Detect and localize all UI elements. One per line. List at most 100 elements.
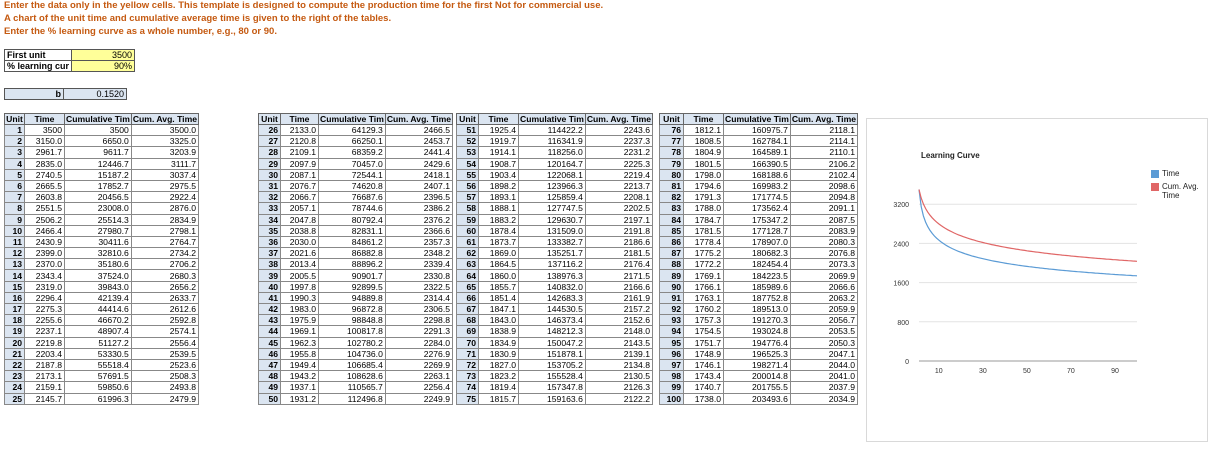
cell-cumulative-time[interactable]: 135251.7 bbox=[518, 247, 586, 260]
cell-cum-avg-time[interactable]: 2157.2 bbox=[584, 302, 654, 316]
cell-cum-avg-time[interactable]: 2876.0 bbox=[130, 202, 200, 215]
cell-time[interactable]: 1746.1 bbox=[683, 358, 724, 372]
cell-cumulative-time[interactable]: 88896.2 bbox=[318, 258, 386, 271]
cell-cumulative-time[interactable]: 110565.7 bbox=[318, 381, 386, 394]
cell-cumulative-time[interactable]: 84861.2 bbox=[318, 235, 386, 249]
cell-cumulative-time[interactable]: 116341.9 bbox=[518, 135, 586, 148]
cell-cum-avg-time[interactable]: 2161.9 bbox=[584, 291, 654, 305]
cell-unit[interactable]: 2 bbox=[4, 135, 25, 148]
cell-unit[interactable]: 34 bbox=[258, 213, 281, 226]
cell-cumulative-time[interactable]: 166390.5 bbox=[723, 157, 791, 170]
cell-unit[interactable]: 52 bbox=[456, 135, 479, 148]
cell-unit[interactable]: 69 bbox=[456, 325, 479, 338]
cell-time[interactable]: 1784.7 bbox=[683, 213, 724, 226]
cell-time[interactable]: 1823.2 bbox=[478, 370, 519, 383]
cell-unit[interactable]: 59 bbox=[456, 213, 479, 226]
cell-time[interactable]: 1847.1 bbox=[478, 302, 519, 316]
cell-time[interactable]: 1869.0 bbox=[478, 247, 519, 260]
cell-unit[interactable]: 71 bbox=[456, 347, 479, 360]
cell-time[interactable]: 2013.4 bbox=[280, 258, 319, 271]
cell-unit[interactable]: 81 bbox=[659, 179, 684, 193]
cell-cumulative-time[interactable]: 102780.2 bbox=[318, 336, 386, 349]
cell-cum-avg-time[interactable]: 2056.7 bbox=[789, 314, 859, 327]
cell-time[interactable]: 1860.0 bbox=[478, 269, 519, 282]
cell-cum-avg-time[interactable]: 2176.4 bbox=[584, 258, 654, 271]
cell-time[interactable]: 2319.0 bbox=[24, 280, 65, 293]
cell-cumulative-time[interactable]: 182454.4 bbox=[723, 258, 791, 271]
cell-cum-avg-time[interactable]: 2098.6 bbox=[789, 179, 859, 193]
cell-cum-avg-time[interactable]: 2053.5 bbox=[789, 325, 859, 338]
cell-cum-avg-time[interactable]: 2076.8 bbox=[789, 247, 859, 260]
cell-unit[interactable]: 7 bbox=[4, 191, 25, 204]
cell-time[interactable]: 1903.4 bbox=[478, 168, 519, 181]
cell-time[interactable]: 1925.4 bbox=[478, 123, 519, 137]
cell-time[interactable]: 1827.0 bbox=[478, 358, 519, 372]
cell-cumulative-time[interactable]: 180682.3 bbox=[723, 247, 791, 260]
cell-time[interactable]: 2087.1 bbox=[280, 168, 319, 181]
cell-cum-avg-time[interactable]: 2734.2 bbox=[130, 247, 200, 260]
cell-cum-avg-time[interactable]: 2047.1 bbox=[789, 347, 859, 360]
cell-cum-avg-time[interactable]: 2219.4 bbox=[584, 168, 654, 181]
cell-cumulative-time[interactable]: 127747.5 bbox=[518, 202, 586, 215]
cell-cumulative-time[interactable]: 3500 bbox=[64, 123, 132, 137]
cell-cumulative-time[interactable]: 57691.5 bbox=[64, 370, 132, 383]
cell-cumulative-time[interactable]: 46670.2 bbox=[64, 314, 132, 327]
cell-unit[interactable]: 40 bbox=[258, 280, 281, 293]
cell-time[interactable]: 2066.7 bbox=[280, 191, 319, 204]
cell-time[interactable]: 1873.7 bbox=[478, 235, 519, 249]
cell-unit[interactable]: 95 bbox=[659, 336, 684, 349]
cell-time[interactable]: 2603.8 bbox=[24, 191, 65, 204]
cell-time[interactable]: 2961.7 bbox=[24, 146, 65, 159]
cell-cumulative-time[interactable]: 35180.6 bbox=[64, 258, 132, 271]
cell-cumulative-time[interactable]: 123966.3 bbox=[518, 179, 586, 193]
cell-time[interactable]: 1801.5 bbox=[683, 157, 724, 170]
cell-time[interactable]: 1772.2 bbox=[683, 258, 724, 271]
cell-time[interactable]: 1843.0 bbox=[478, 314, 519, 327]
cell-cumulative-time[interactable]: 150047.2 bbox=[518, 336, 586, 349]
cell-unit[interactable]: 25 bbox=[4, 392, 25, 405]
cell-unit[interactable]: 92 bbox=[659, 302, 684, 316]
cell-cum-avg-time[interactable]: 2493.8 bbox=[130, 381, 200, 394]
cell-cum-avg-time[interactable]: 2348.2 bbox=[384, 247, 454, 260]
cell-unit[interactable]: 28 bbox=[258, 146, 281, 159]
cell-unit[interactable]: 42 bbox=[258, 302, 281, 316]
cell-unit[interactable]: 68 bbox=[456, 314, 479, 327]
cell-time[interactable]: 2219.8 bbox=[24, 336, 65, 349]
cell-unit[interactable]: 29 bbox=[258, 157, 281, 170]
cell-cum-avg-time[interactable]: 2298.8 bbox=[384, 314, 454, 327]
cell-cum-avg-time[interactable]: 2263.1 bbox=[384, 370, 454, 383]
cell-cumulative-time[interactable]: 9611.7 bbox=[64, 146, 132, 159]
cell-cumulative-time[interactable]: 191270.3 bbox=[723, 314, 791, 327]
cell-unit[interactable]: 86 bbox=[659, 235, 684, 249]
cell-unit[interactable]: 56 bbox=[456, 179, 479, 193]
cell-cum-avg-time[interactable]: 2592.8 bbox=[130, 314, 200, 327]
cell-cum-avg-time[interactable]: 2102.4 bbox=[789, 168, 859, 181]
cell-time[interactable]: 1798.0 bbox=[683, 168, 724, 181]
learning-curve-chart[interactable]: Learning Curve 0 800 1600 2400 3200 10 30 50 70 9… bbox=[866, 118, 1208, 442]
cell-cum-avg-time[interactable]: 2441.4 bbox=[384, 146, 454, 159]
cell-cumulative-time[interactable]: 146373.4 bbox=[518, 314, 586, 327]
cell-unit[interactable]: 67 bbox=[456, 302, 479, 316]
cell-cum-avg-time[interactable]: 2087.5 bbox=[789, 213, 859, 226]
cell-cumulative-time[interactable]: 187752.8 bbox=[723, 291, 791, 305]
cell-cum-avg-time[interactable]: 2539.5 bbox=[130, 347, 200, 360]
cell-cum-avg-time[interactable]: 2269.9 bbox=[384, 358, 454, 372]
cell-cumulative-time[interactable]: 74620.8 bbox=[318, 179, 386, 193]
cell-cum-avg-time[interactable]: 2091.1 bbox=[789, 202, 859, 215]
cell-time[interactable]: 1812.1 bbox=[683, 123, 724, 137]
cell-cumulative-time[interactable]: 148212.3 bbox=[518, 325, 586, 338]
cell-cumulative-time[interactable]: 17852.7 bbox=[64, 179, 132, 193]
cell-unit[interactable]: 23 bbox=[4, 370, 25, 383]
cell-unit[interactable]: 87 bbox=[659, 247, 684, 260]
cell-time[interactable]: 1754.5 bbox=[683, 325, 724, 338]
cell-cum-avg-time[interactable]: 2122.2 bbox=[584, 392, 654, 405]
cell-time[interactable]: 1943.2 bbox=[280, 370, 319, 383]
cell-cumulative-time[interactable]: 184223.5 bbox=[723, 269, 791, 282]
cell-cumulative-time[interactable]: 51127.2 bbox=[64, 336, 132, 349]
cell-cumulative-time[interactable]: 203493.6 bbox=[723, 392, 791, 405]
cell-unit[interactable]: 27 bbox=[258, 135, 281, 148]
cell-unit[interactable]: 72 bbox=[456, 358, 479, 372]
cell-cum-avg-time[interactable]: 2975.5 bbox=[130, 179, 200, 193]
cell-cumulative-time[interactable]: 66250.1 bbox=[318, 135, 386, 148]
cell-cum-avg-time[interactable]: 2130.5 bbox=[584, 370, 654, 383]
